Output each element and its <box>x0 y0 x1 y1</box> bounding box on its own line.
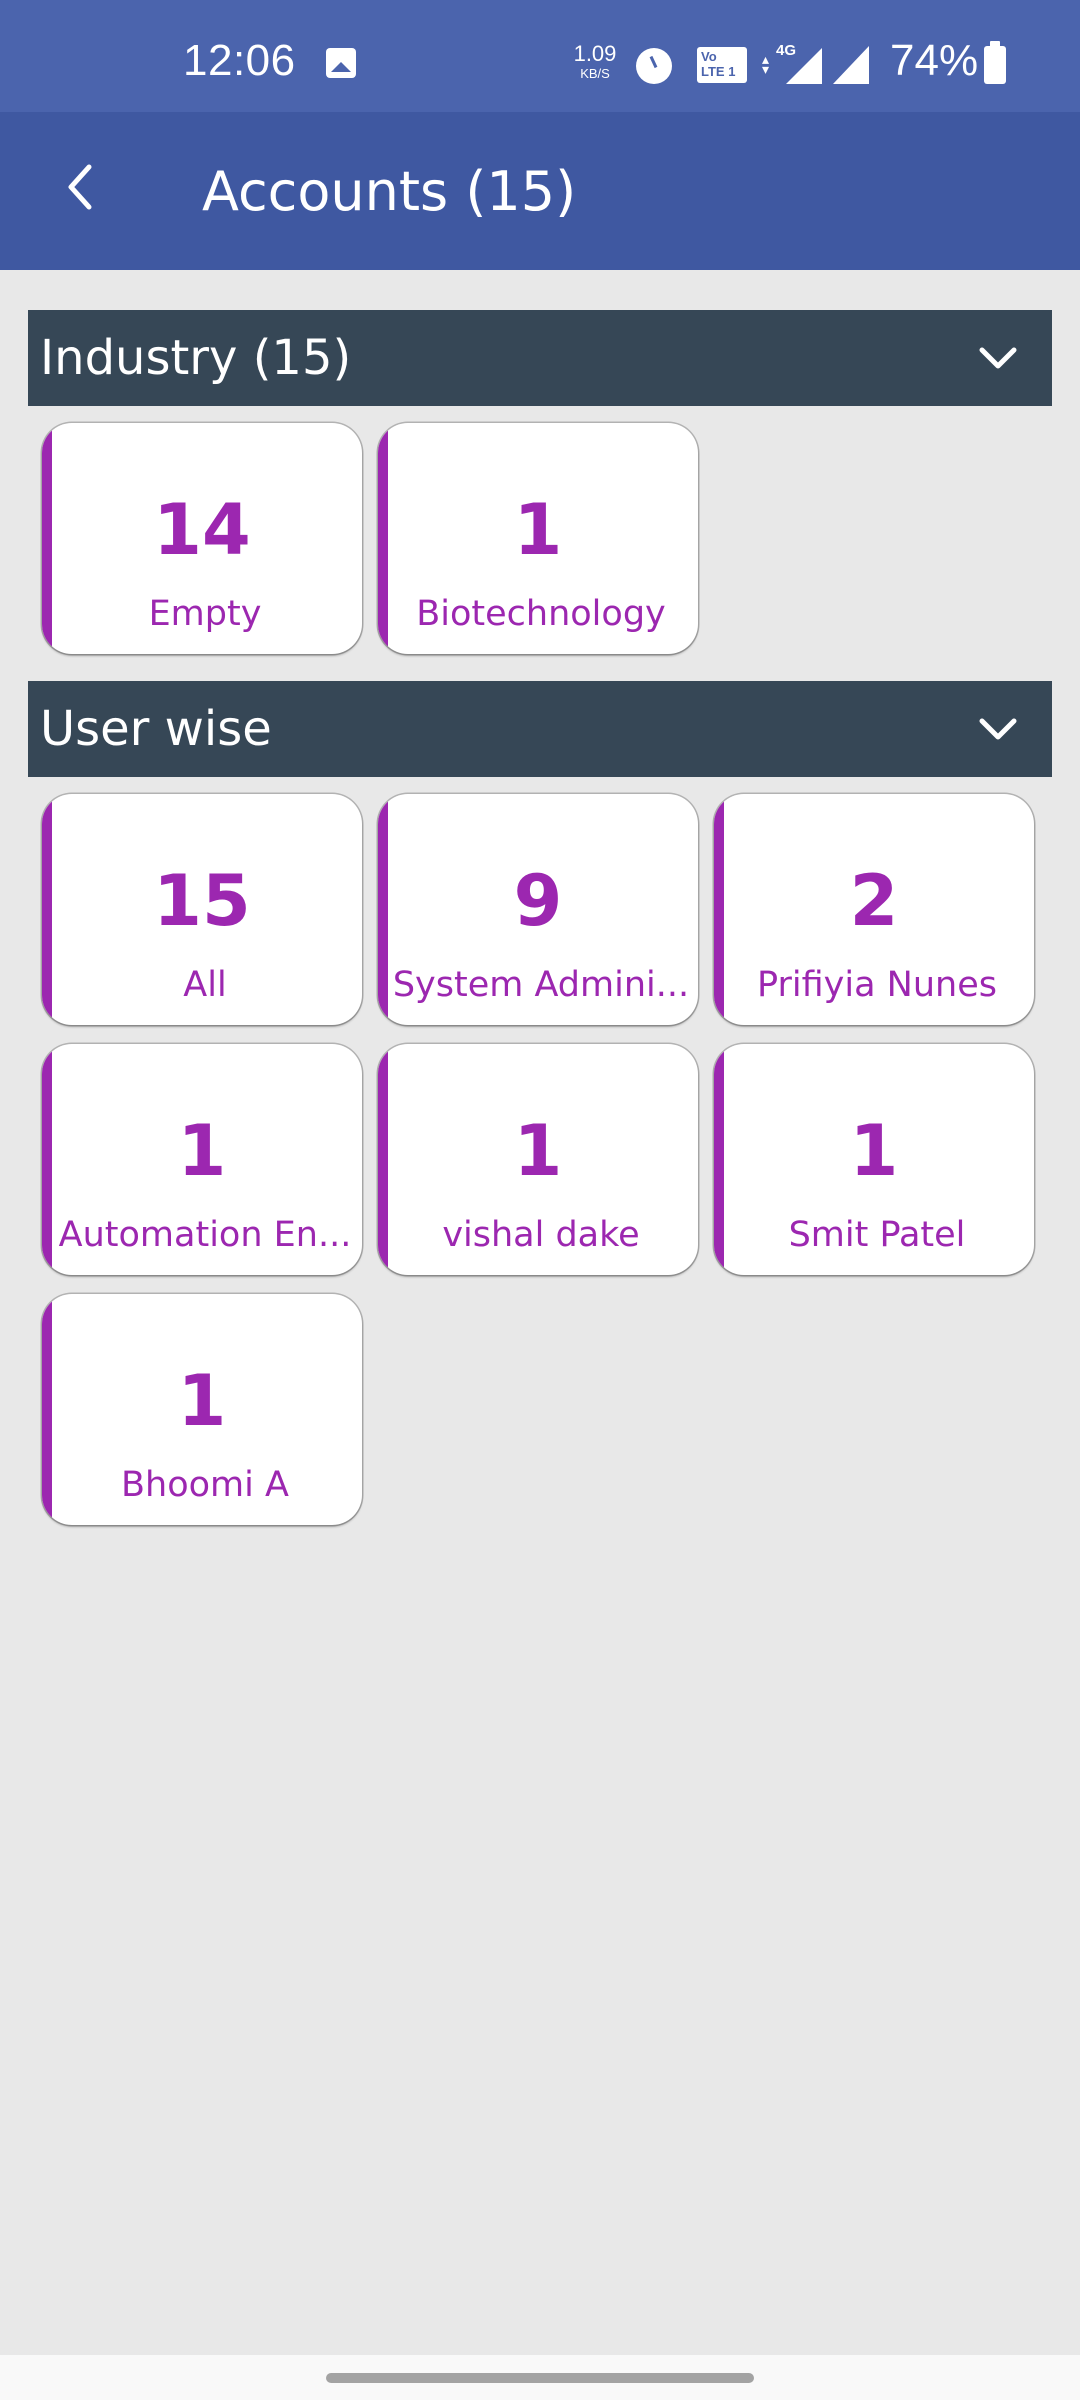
card-count: 1 <box>177 1360 227 1442</box>
chevron-down-icon[interactable] <box>978 715 1018 743</box>
card-count: 9 <box>513 860 563 942</box>
card-label: Automation En... <box>58 1215 352 1255</box>
page-title: Accounts (15) <box>202 160 577 223</box>
card-count: 1 <box>177 1110 227 1192</box>
navigation-bar <box>0 2355 1080 2400</box>
battery-icon <box>984 41 1006 84</box>
card-label: Biotechnology <box>416 594 666 634</box>
card-label: Prifiyia Nunes <box>757 965 997 1005</box>
gallery-icon <box>326 48 356 78</box>
card-user-automation-engineer[interactable]: 1 Automation En... <box>42 1044 362 1275</box>
section-title: User wise <box>40 701 272 757</box>
back-button[interactable] <box>50 152 110 222</box>
chevron-down-icon[interactable] <box>978 344 1018 372</box>
signal-bars-icon <box>786 48 822 84</box>
signal-icon <box>833 46 869 84</box>
card-user-smit-patel[interactable]: 1 Smit Patel <box>714 1044 1034 1275</box>
volte-icon: Vo LTE 1 <box>697 47 747 83</box>
card-user-system-admin[interactable]: 9 System Admini... <box>378 794 698 1025</box>
card-industry-biotechnology[interactable]: 1 Biotechnology <box>378 423 698 654</box>
volte-line2: LTE 1 <box>701 64 736 79</box>
home-gesture-handle[interactable] <box>326 2373 754 2383</box>
card-label: Bhoomi A <box>121 1465 289 1505</box>
status-time: 12:06 <box>183 36 296 85</box>
network-speed-unit: KB/S <box>580 66 610 81</box>
card-count: 1 <box>513 489 563 571</box>
card-user-vishal-dake[interactable]: 1 vishal dake <box>378 1044 698 1275</box>
card-count: 14 <box>153 489 251 571</box>
section-header-user-wise[interactable]: User wise <box>28 681 1052 777</box>
card-count: 1 <box>849 1110 899 1192</box>
card-user-all[interactable]: 15 All <box>42 794 362 1025</box>
volte-line1: Vo <box>701 49 717 64</box>
signal-4g-icon: ▴ ▾ 4G <box>762 42 822 84</box>
chevron-left-icon <box>68 164 92 210</box>
card-label: vishal dake <box>442 1215 640 1255</box>
card-label: System Admini... <box>392 965 690 1005</box>
card-count: 15 <box>153 860 251 942</box>
card-label: All <box>183 965 227 1005</box>
card-label: Empty <box>148 594 262 634</box>
card-industry-empty[interactable]: 14 Empty <box>42 423 362 654</box>
card-user-bhoomi-a[interactable]: 1 Bhoomi A <box>42 1294 362 1525</box>
section-header-industry[interactable]: Industry (15) <box>28 310 1052 406</box>
alarm-icon <box>636 48 672 84</box>
section-title: Industry (15) <box>40 330 352 386</box>
data-arrows-icon: ▴ ▾ <box>762 51 770 77</box>
card-label: Smit Patel <box>788 1215 966 1255</box>
network-speed: 1.09 KB/S <box>570 41 620 81</box>
app-bar: Accounts (15) <box>0 112 1080 270</box>
card-user-prifiyia-nunes[interactable]: 2 Prifiyia Nunes <box>714 794 1034 1025</box>
card-count: 1 <box>513 1110 563 1192</box>
card-count: 2 <box>849 860 899 942</box>
status-bar: 12:06 1.09 KB/S Vo LTE 1 ▴ ▾ 4G 74% <box>0 0 1080 112</box>
battery-percent: 74% <box>890 36 979 85</box>
network-speed-value: 1.09 <box>573 41 617 66</box>
